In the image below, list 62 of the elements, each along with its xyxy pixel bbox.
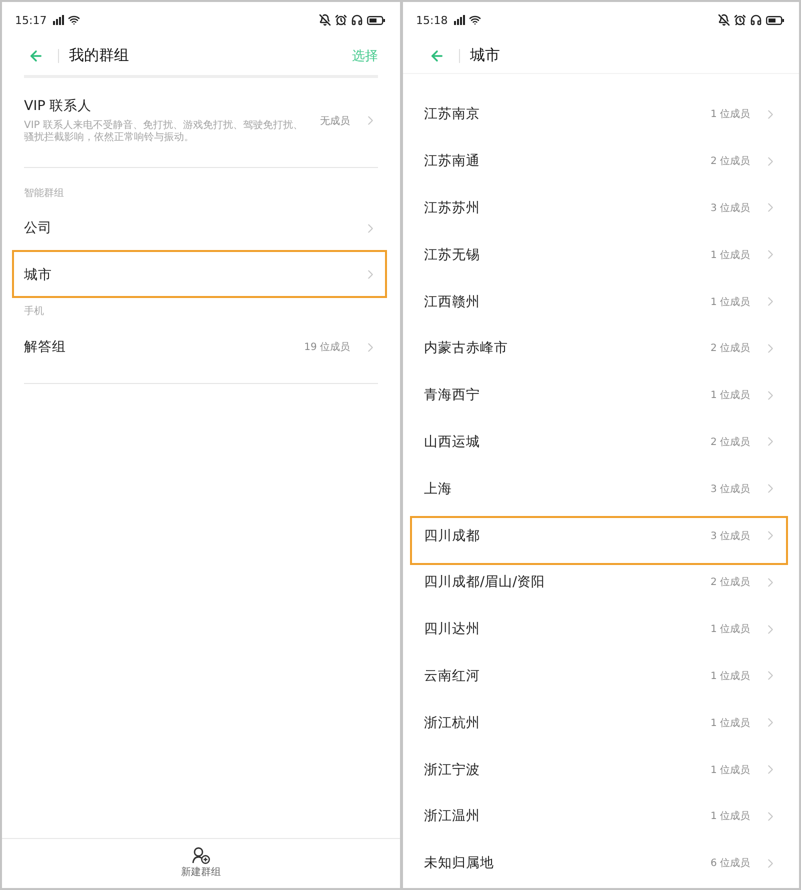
group-name[interactable]: 解答组 <box>24 338 304 356</box>
group-name[interactable]: 四川成都/眉山/资阳 <box>424 573 710 592</box>
member-count: 1 位成员 <box>710 248 750 262</box>
group-name[interactable]: 城市 <box>24 266 363 284</box>
headphones-icon <box>351 14 363 26</box>
member-count: 1 位成员 <box>710 622 750 636</box>
battery-icon <box>367 16 385 24</box>
member-count: 1 位成员 <box>710 670 750 683</box>
alarm-clock-icon <box>734 14 746 26</box>
vip-title[interactable]: VIP 联系人 <box>24 97 320 115</box>
signal-icon <box>52 15 64 25</box>
member-count: 19 位成员 <box>304 340 350 354</box>
member-count: 1 位成员 <box>710 810 750 824</box>
back-arrow-icon[interactable] <box>429 48 445 64</box>
group-name[interactable]: 内蒙古赤峰市 <box>424 339 710 358</box>
group-name[interactable]: 上海 <box>424 480 710 498</box>
group-name[interactable]: 未知归属地 <box>424 854 710 872</box>
group-name[interactable]: 江苏南京 <box>424 105 710 124</box>
member-count: 3 位成员 <box>710 530 750 543</box>
group-name[interactable]: 江西赣州 <box>424 292 710 311</box>
page-title: 我的群组 <box>69 46 129 65</box>
section-heading: 智能群组 <box>24 188 64 200</box>
group-name[interactable]: 浙江宁波 <box>424 760 710 779</box>
member-count: 2 位成员 <box>710 154 750 168</box>
group-name[interactable]: 江苏南通 <box>424 152 710 170</box>
group-name[interactable]: 浙江杭州 <box>424 714 710 732</box>
wifi-icon <box>68 14 80 26</box>
member-count: 2 位成员 <box>710 342 750 356</box>
member-count: 3 位成员 <box>710 482 750 496</box>
group-name[interactable]: 四川达州 <box>424 620 710 638</box>
section-heading: 手机 <box>24 306 44 318</box>
group-name[interactable]: 江苏无锡 <box>424 246 710 264</box>
group-name[interactable]: 四川成都 <box>424 526 710 545</box>
member-count: 1 位成员 <box>710 716 750 730</box>
wifi-icon <box>468 14 481 26</box>
member-count: 6 位成员 <box>710 856 750 870</box>
member-count: 2 位成员 <box>710 576 750 590</box>
group-name[interactable]: 浙江温州 <box>424 807 710 826</box>
page-title: 城市 <box>470 46 500 65</box>
member-count: 无成员 <box>320 114 350 128</box>
battery-icon <box>766 16 784 24</box>
member-count: 3 位成员 <box>710 202 750 215</box>
muted-bell-icon <box>718 14 730 26</box>
member-count: 1 位成员 <box>710 296 750 309</box>
group-name[interactable]: 青海西宁 <box>424 386 710 404</box>
status-time: 15:17 <box>15 14 47 26</box>
group-name[interactable]: 山西运城 <box>424 432 710 451</box>
member-count: 2 位成员 <box>710 436 750 449</box>
new-group-button[interactable]: 新建群组 <box>181 847 221 888</box>
group-name[interactable]: 江苏苏州 <box>424 198 710 217</box>
member-count: 1 位成员 <box>710 108 750 122</box>
member-count: 1 位成员 <box>710 764 750 777</box>
vip-description: VIP 联系人来电不受静音、免打扰、游戏免打扰、驾驶免打扰、骚扰拦截影响，依然正常响铃与振动。 <box>24 120 304 144</box>
alarm-clock-icon <box>335 14 347 26</box>
muted-bell-icon <box>319 14 331 26</box>
status-time: 15:18 <box>416 14 448 26</box>
group-name[interactable]: 公司 <box>24 219 363 238</box>
add-person-icon <box>192 847 210 864</box>
signal-icon <box>454 15 465 25</box>
headphones-icon <box>750 14 762 26</box>
group-name[interactable]: 云南红河 <box>424 666 710 685</box>
member-count: 1 位成员 <box>710 388 750 402</box>
